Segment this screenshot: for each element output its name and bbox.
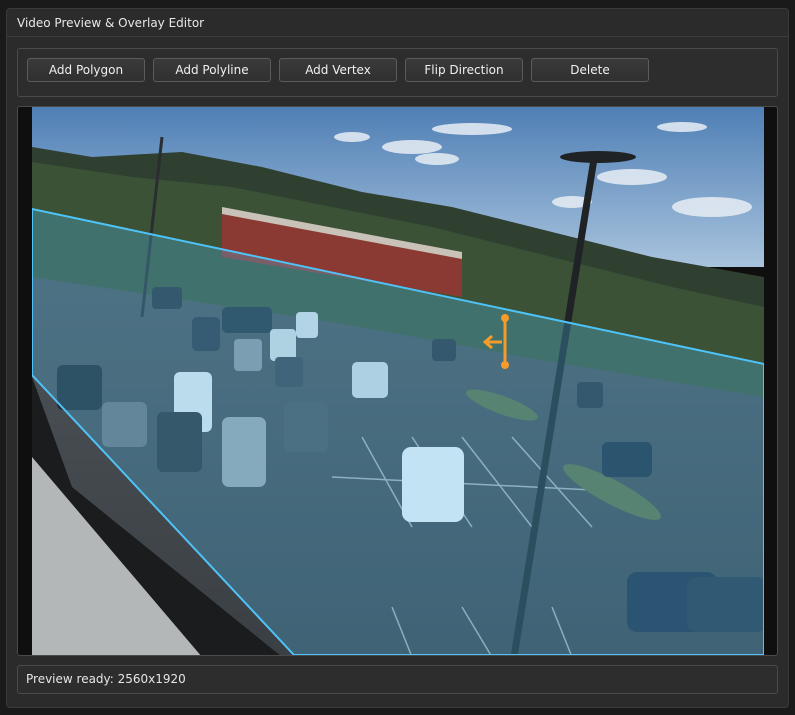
video-frame[interactable] xyxy=(32,107,764,656)
toolbar: Add Polygon Add Polyline Add Vertex Flip… xyxy=(17,48,778,97)
light-fixture xyxy=(560,151,636,163)
delete-button[interactable]: Delete xyxy=(531,58,649,82)
add-vertex-button[interactable]: Add Vertex xyxy=(279,58,397,82)
polyline-vertex[interactable] xyxy=(501,361,509,369)
editor-window: Video Preview & Overlay Editor Add Polyg… xyxy=(6,8,789,708)
status-text: Preview ready: 2560x1920 xyxy=(26,672,186,686)
window-title: Video Preview & Overlay Editor xyxy=(7,9,788,37)
polyline-vertex[interactable] xyxy=(501,314,509,322)
video-preview[interactable] xyxy=(17,106,778,656)
add-polyline-button[interactable]: Add Polyline xyxy=(153,58,271,82)
add-polygon-button[interactable]: Add Polygon xyxy=(27,58,145,82)
flip-direction-button[interactable]: Flip Direction xyxy=(405,58,523,82)
status-bar: Preview ready: 2560x1920 xyxy=(17,665,778,694)
